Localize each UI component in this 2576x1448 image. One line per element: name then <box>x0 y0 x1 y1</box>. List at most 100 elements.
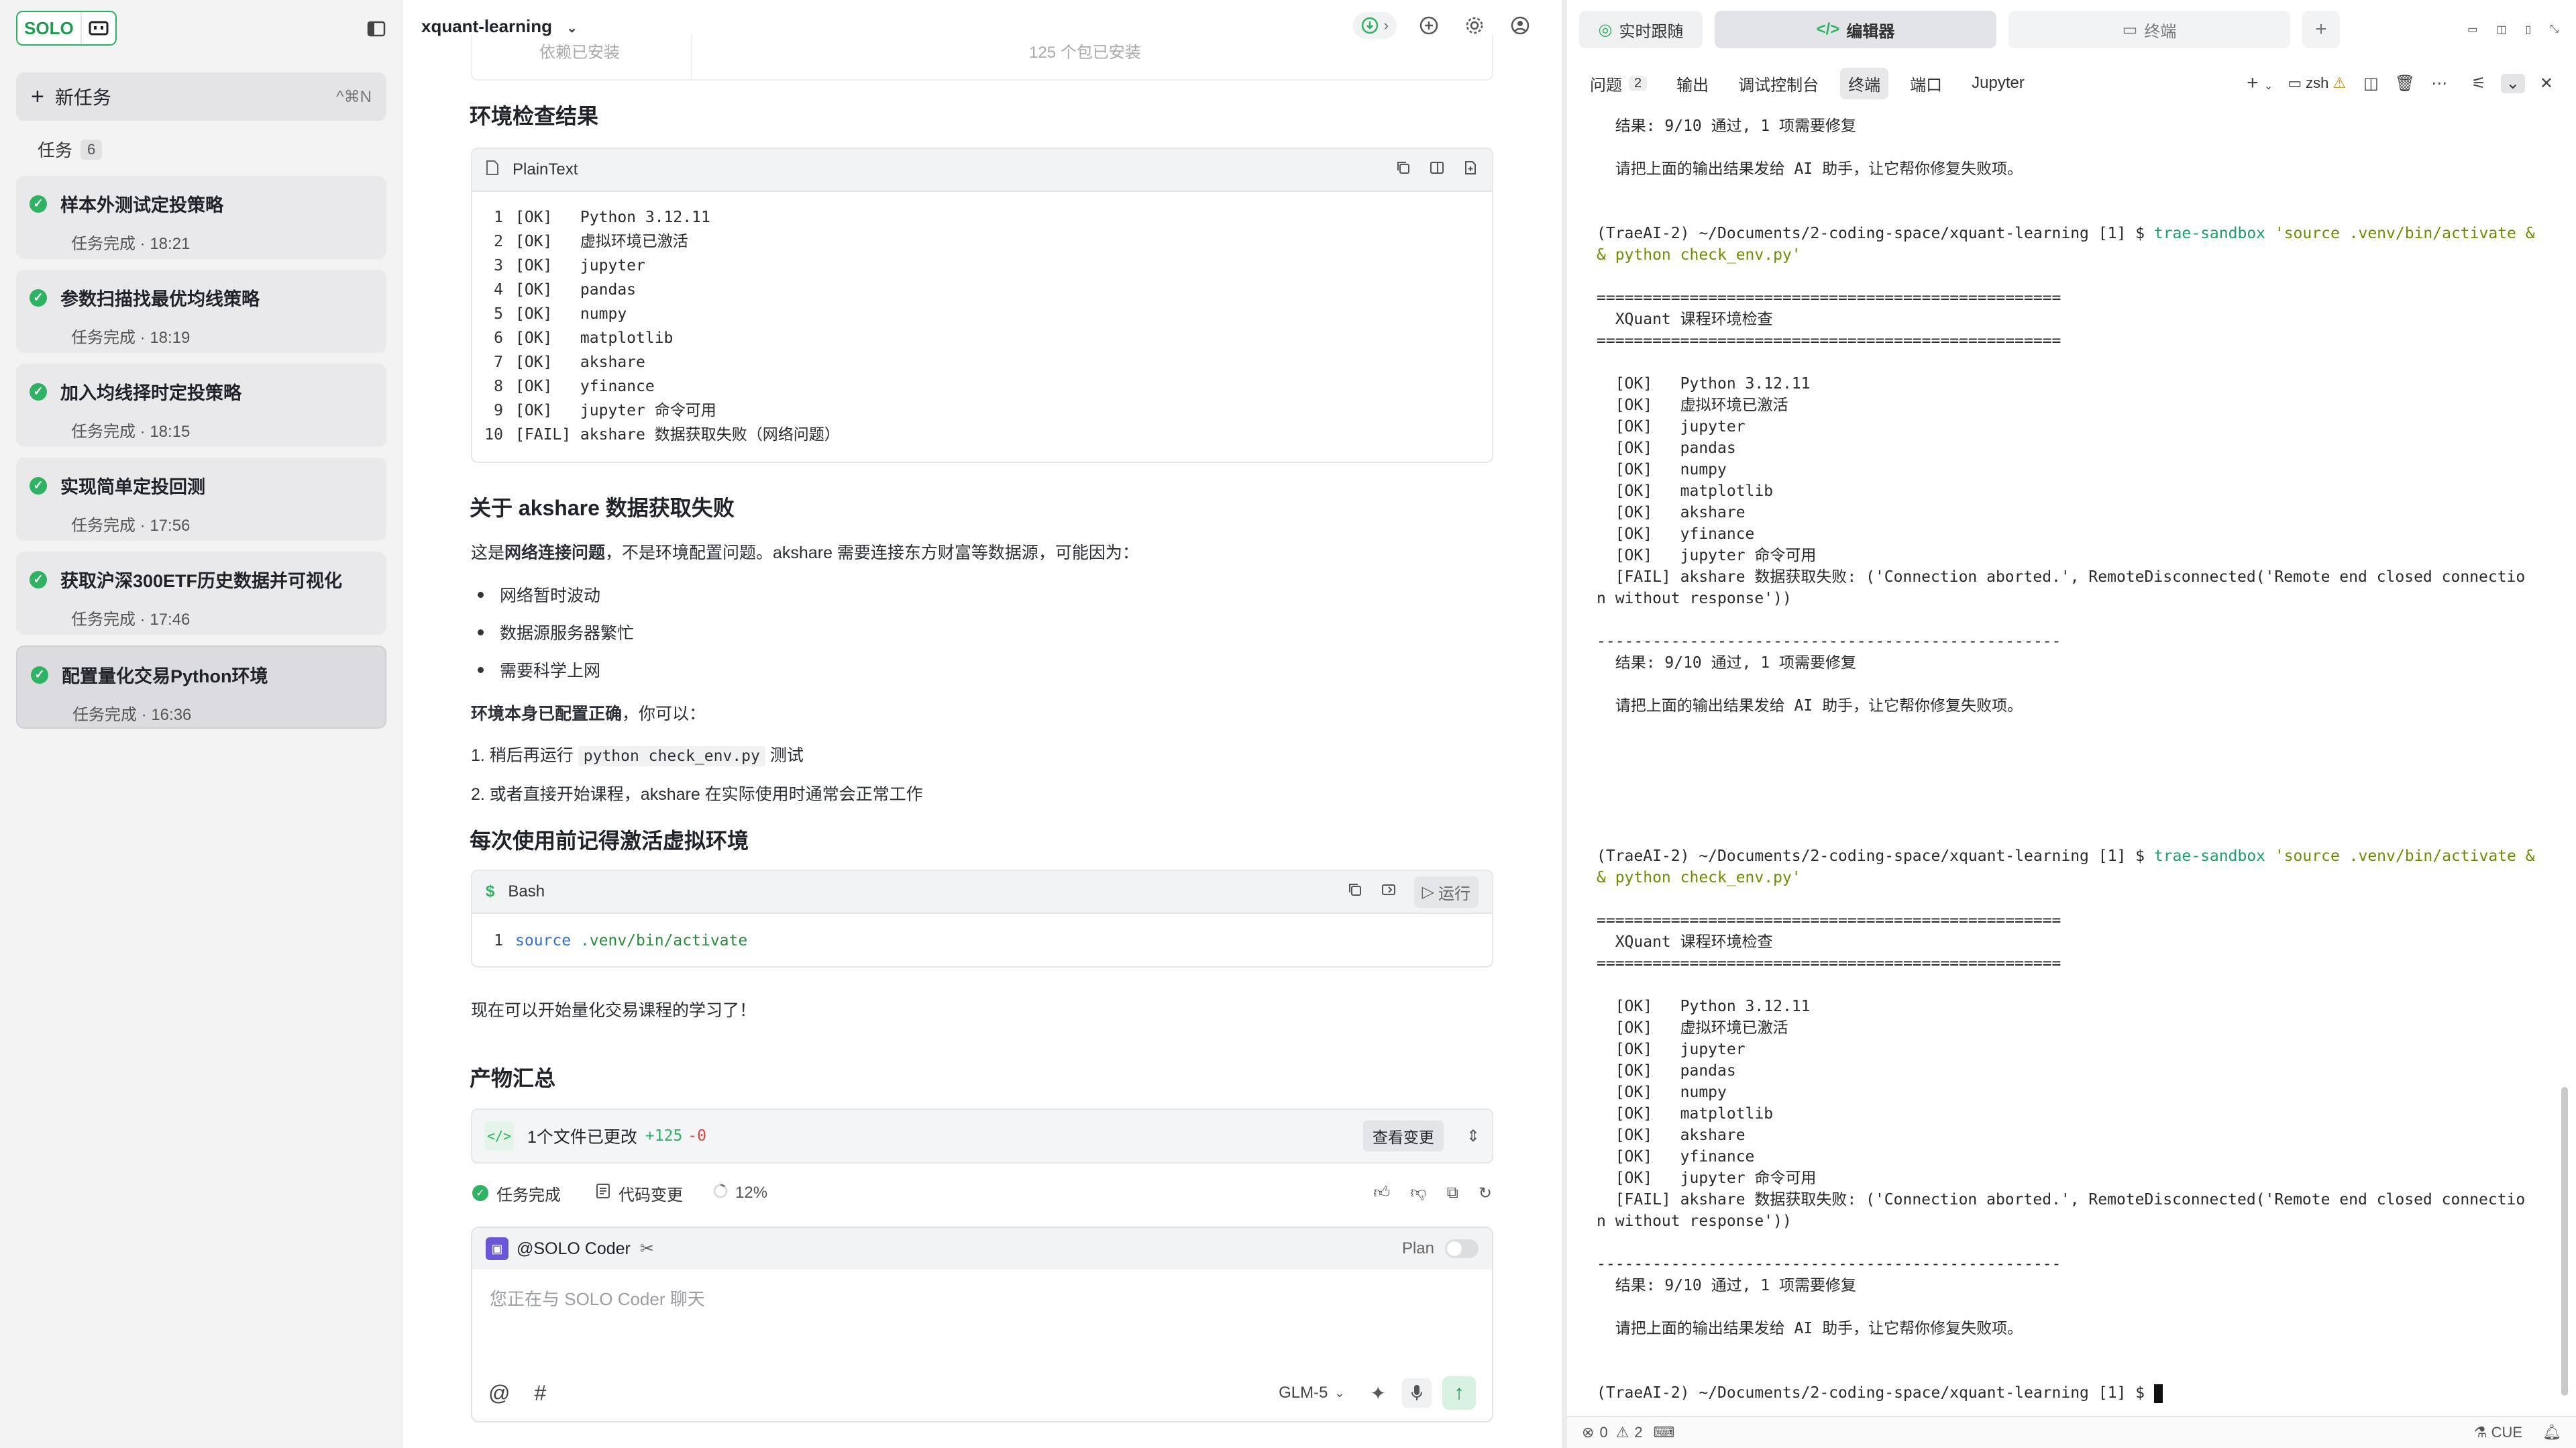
cue-indicator[interactable]: ⚗ CUE <box>2474 1424 2522 1441</box>
live-icon: ◎ <box>1598 20 1613 39</box>
layout-bottom-icon[interactable]: ▭ <box>2467 23 2477 36</box>
bell-icon[interactable]: 🔔︎ <box>2542 1424 2561 1441</box>
layout-split-icon[interactable]: ◫ <box>2496 23 2506 36</box>
chat-input[interactable]: 您正在与 SOLO Coder 聊天 <box>490 1286 705 1310</box>
chat-input-box[interactable]: ▣ @SOLO Coder ✂ Plan 您正在与 SOLO Coder 聊天 … <box>471 1227 1493 1423</box>
logo-text: SOLO <box>17 12 80 44</box>
project-selector[interactable]: xquant-learning ⌄ <box>421 16 578 37</box>
terminal-line: 请把上面的输出结果发给 AI 助手，让它帮你修复失败项。 <box>1597 160 2023 178</box>
task-meta: 任务完成 · 16:36 <box>72 706 192 724</box>
tab-terminal-active[interactable]: 终端 <box>1840 67 1889 99</box>
keyboard-icon: ⌨ <box>1653 1424 1675 1441</box>
model-selector[interactable]: GLM-5 ⌄ <box>1279 1384 1344 1402</box>
task-item[interactable]: ✓ 加入均线择时定投策略 任务完成 · 18:15 <box>16 364 386 447</box>
error-icon: ⊗ <box>1582 1424 1595 1441</box>
refresh-icon[interactable]: ↻ <box>1479 1184 1492 1203</box>
send-button[interactable]: ↑ <box>1442 1376 1476 1410</box>
tab-jupyter[interactable]: Jupyter <box>1972 74 2025 93</box>
task-item[interactable]: ✓ 参数扫描找最优均线策略 任务完成 · 18:19 <box>16 270 386 353</box>
new-file-icon[interactable] <box>1462 160 1479 180</box>
tab-output[interactable]: 输出 <box>1676 72 1709 95</box>
shell-selector[interactable]: ▭ zsh ⚠ <box>2288 74 2346 92</box>
code-icon: </> <box>1816 20 1840 38</box>
split-terminal-icon[interactable]: ◫ <box>2363 74 2379 93</box>
thumbs-up-icon[interactable]: 👍︎ <box>1373 1184 1390 1203</box>
close-icon[interactable]: ✕ <box>2540 74 2553 93</box>
changed-files-count: 1个文件已更改 <box>527 1128 637 1147</box>
plan-toggle[interactable] <box>1445 1239 1479 1258</box>
code-changes-link[interactable]: 代码变更 <box>619 1182 683 1205</box>
add-tab-button[interactable]: + <box>2302 11 2340 48</box>
terminal-line: ----------------------------------------… <box>1597 1255 2061 1273</box>
terminal-line: (TraeAI-2) ~/Documents/2-coding-space/xq… <box>1597 847 2535 865</box>
terminal-line: XQuant 课程环境检查 <box>1597 933 1773 951</box>
tools-icon[interactable]: ✂ <box>640 1239 654 1259</box>
paragraph: 现在可以开始量化交易课程的学习了！ <box>471 1001 757 1020</box>
code-line: 6 [OK] matplotlib <box>494 329 674 347</box>
copy-icon[interactable] <box>1347 882 1363 902</box>
more-icon[interactable]: ⋯ <box>2431 74 2447 93</box>
settings-sliders-icon[interactable]: ⚟ <box>2471 74 2486 93</box>
agent-name[interactable]: @SOLO Coder <box>517 1239 631 1259</box>
tab-debug-console[interactable]: 调试控制台 <box>1738 72 1819 95</box>
terminal-line: [OK] yfinance <box>1597 525 1755 543</box>
check-circle-icon: ✓ <box>31 666 48 684</box>
step-item: 2. 或者直接开始课程，akshare 在实际使用时通常会正常工作 <box>471 785 923 804</box>
terminal-line: [OK] jupyter <box>1597 418 1746 435</box>
terminal-output[interactable]: 结果: 9/10 通过, 1 项需要修复 请把上面的输出结果发给 AI 助手，让… <box>1597 115 2563 1404</box>
terminal-line: ----------------------------------------… <box>1597 633 2061 650</box>
cue-icon: ⚗ <box>2473 1424 2487 1441</box>
bullet-item: 数据源服务器繁忙 <box>478 620 634 644</box>
mention-icon[interactable]: @ <box>488 1381 510 1406</box>
terminal-line: [OK] matplotlib <box>1597 1105 1774 1123</box>
tab-ports[interactable]: 端口 <box>1910 72 1942 95</box>
thumbs-down-icon[interactable]: 👎︎ <box>1410 1184 1426 1203</box>
terminal-line: (TraeAI-2) ~/Documents/2-coding-space/xq… <box>1597 225 2535 242</box>
check-circle-icon: ✓ <box>472 1185 488 1201</box>
task-meta: 任务完成 · 18:19 <box>71 329 191 347</box>
new-terminal-icon[interactable]: + ⌄ <box>2247 72 2273 95</box>
terminal-line: [OK] jupyter 命令可用 <box>1597 1170 1817 1187</box>
open-terminal-icon[interactable] <box>1381 882 1397 902</box>
expand-icon[interactable]: ⇕ <box>1466 1127 1480 1146</box>
collapse-icon[interactable]: ⤡ <box>2550 23 2559 36</box>
solo-logo[interactable]: SOLO <box>16 11 117 46</box>
download-circle-icon <box>1361 17 1378 34</box>
copy-icon[interactable]: ⧉ <box>1447 1184 1458 1203</box>
view-changes-button[interactable]: 查看变更 <box>1362 1121 1444 1151</box>
microphone-icon[interactable] <box>1402 1378 1432 1408</box>
paragraph: 环境本身已配置正确，你可以： <box>471 705 706 723</box>
account-icon[interactable] <box>1507 12 1534 39</box>
table-divider <box>691 35 692 79</box>
toggle-sidebar-icon[interactable] <box>365 17 388 40</box>
tab-live-follow[interactable]: ◎ 实时跟随 <box>1579 11 1703 48</box>
bullet-item: 需要科学上网 <box>478 658 600 682</box>
trash-icon[interactable]: 🗑︎ <box>2395 74 2415 93</box>
hash-icon[interactable]: # <box>534 1381 546 1406</box>
copy-icon[interactable] <box>1395 160 1411 180</box>
task-item[interactable]: ✓ 获取沪深300ETF历史数据并可视化 任务完成 · 17:46 <box>16 552 386 635</box>
task-item-selected[interactable]: ✓ 配置量化交易Python环境 任务完成 · 16:36 <box>16 645 386 729</box>
scrollbar[interactable] <box>2561 1087 2568 1396</box>
task-item[interactable]: ✓ 样本外测试定投策略 任务完成 · 18:21 <box>16 176 386 259</box>
tab-editor[interactable]: </> 编辑器 <box>1715 11 1996 48</box>
task-title: 实现简单定投回测 <box>60 477 205 497</box>
run-button[interactable]: ▷ 运行 <box>1413 876 1479 908</box>
task-item[interactable]: ✓ 实现简单定投回测 任务完成 · 17:56 <box>16 458 386 541</box>
layout-sidebar-icon[interactable]: ▯ <box>2525 23 2531 36</box>
step-item: 1. 稍后再运行 python check_env.py 测试 <box>471 746 804 766</box>
code-line: 8 [OK] yfinance <box>494 378 655 395</box>
new-task-button[interactable]: + 新任务 ^⌘N <box>16 72 386 121</box>
file-changes-summary[interactable]: </> 1个文件已更改 +125 -0 查看变更 ⇕ <box>471 1108 1493 1163</box>
tab-problems[interactable]: 问题 2 <box>1590 72 1648 95</box>
sparkle-icon[interactable]: ✦ <box>1371 1382 1386 1404</box>
warning-icon: ⚠ <box>2332 74 2347 91</box>
task-status-row: ✓ 任务完成 代码变更 12% 👍︎ 👎︎ ⧉ ↻ <box>472 1180 1492 1206</box>
terminal-line: [OK] akshare <box>1597 1127 1746 1144</box>
chevron-down-button[interactable]: ⌄ <box>2500 73 2525 93</box>
tab-terminal[interactable]: ▭ 终端 <box>2008 11 2290 48</box>
insert-icon[interactable] <box>1429 160 1445 180</box>
paragraph: 这是网络连接问题，不是环境配置问题。akshare 需要连接东方财富等数据源，可… <box>471 544 1139 562</box>
